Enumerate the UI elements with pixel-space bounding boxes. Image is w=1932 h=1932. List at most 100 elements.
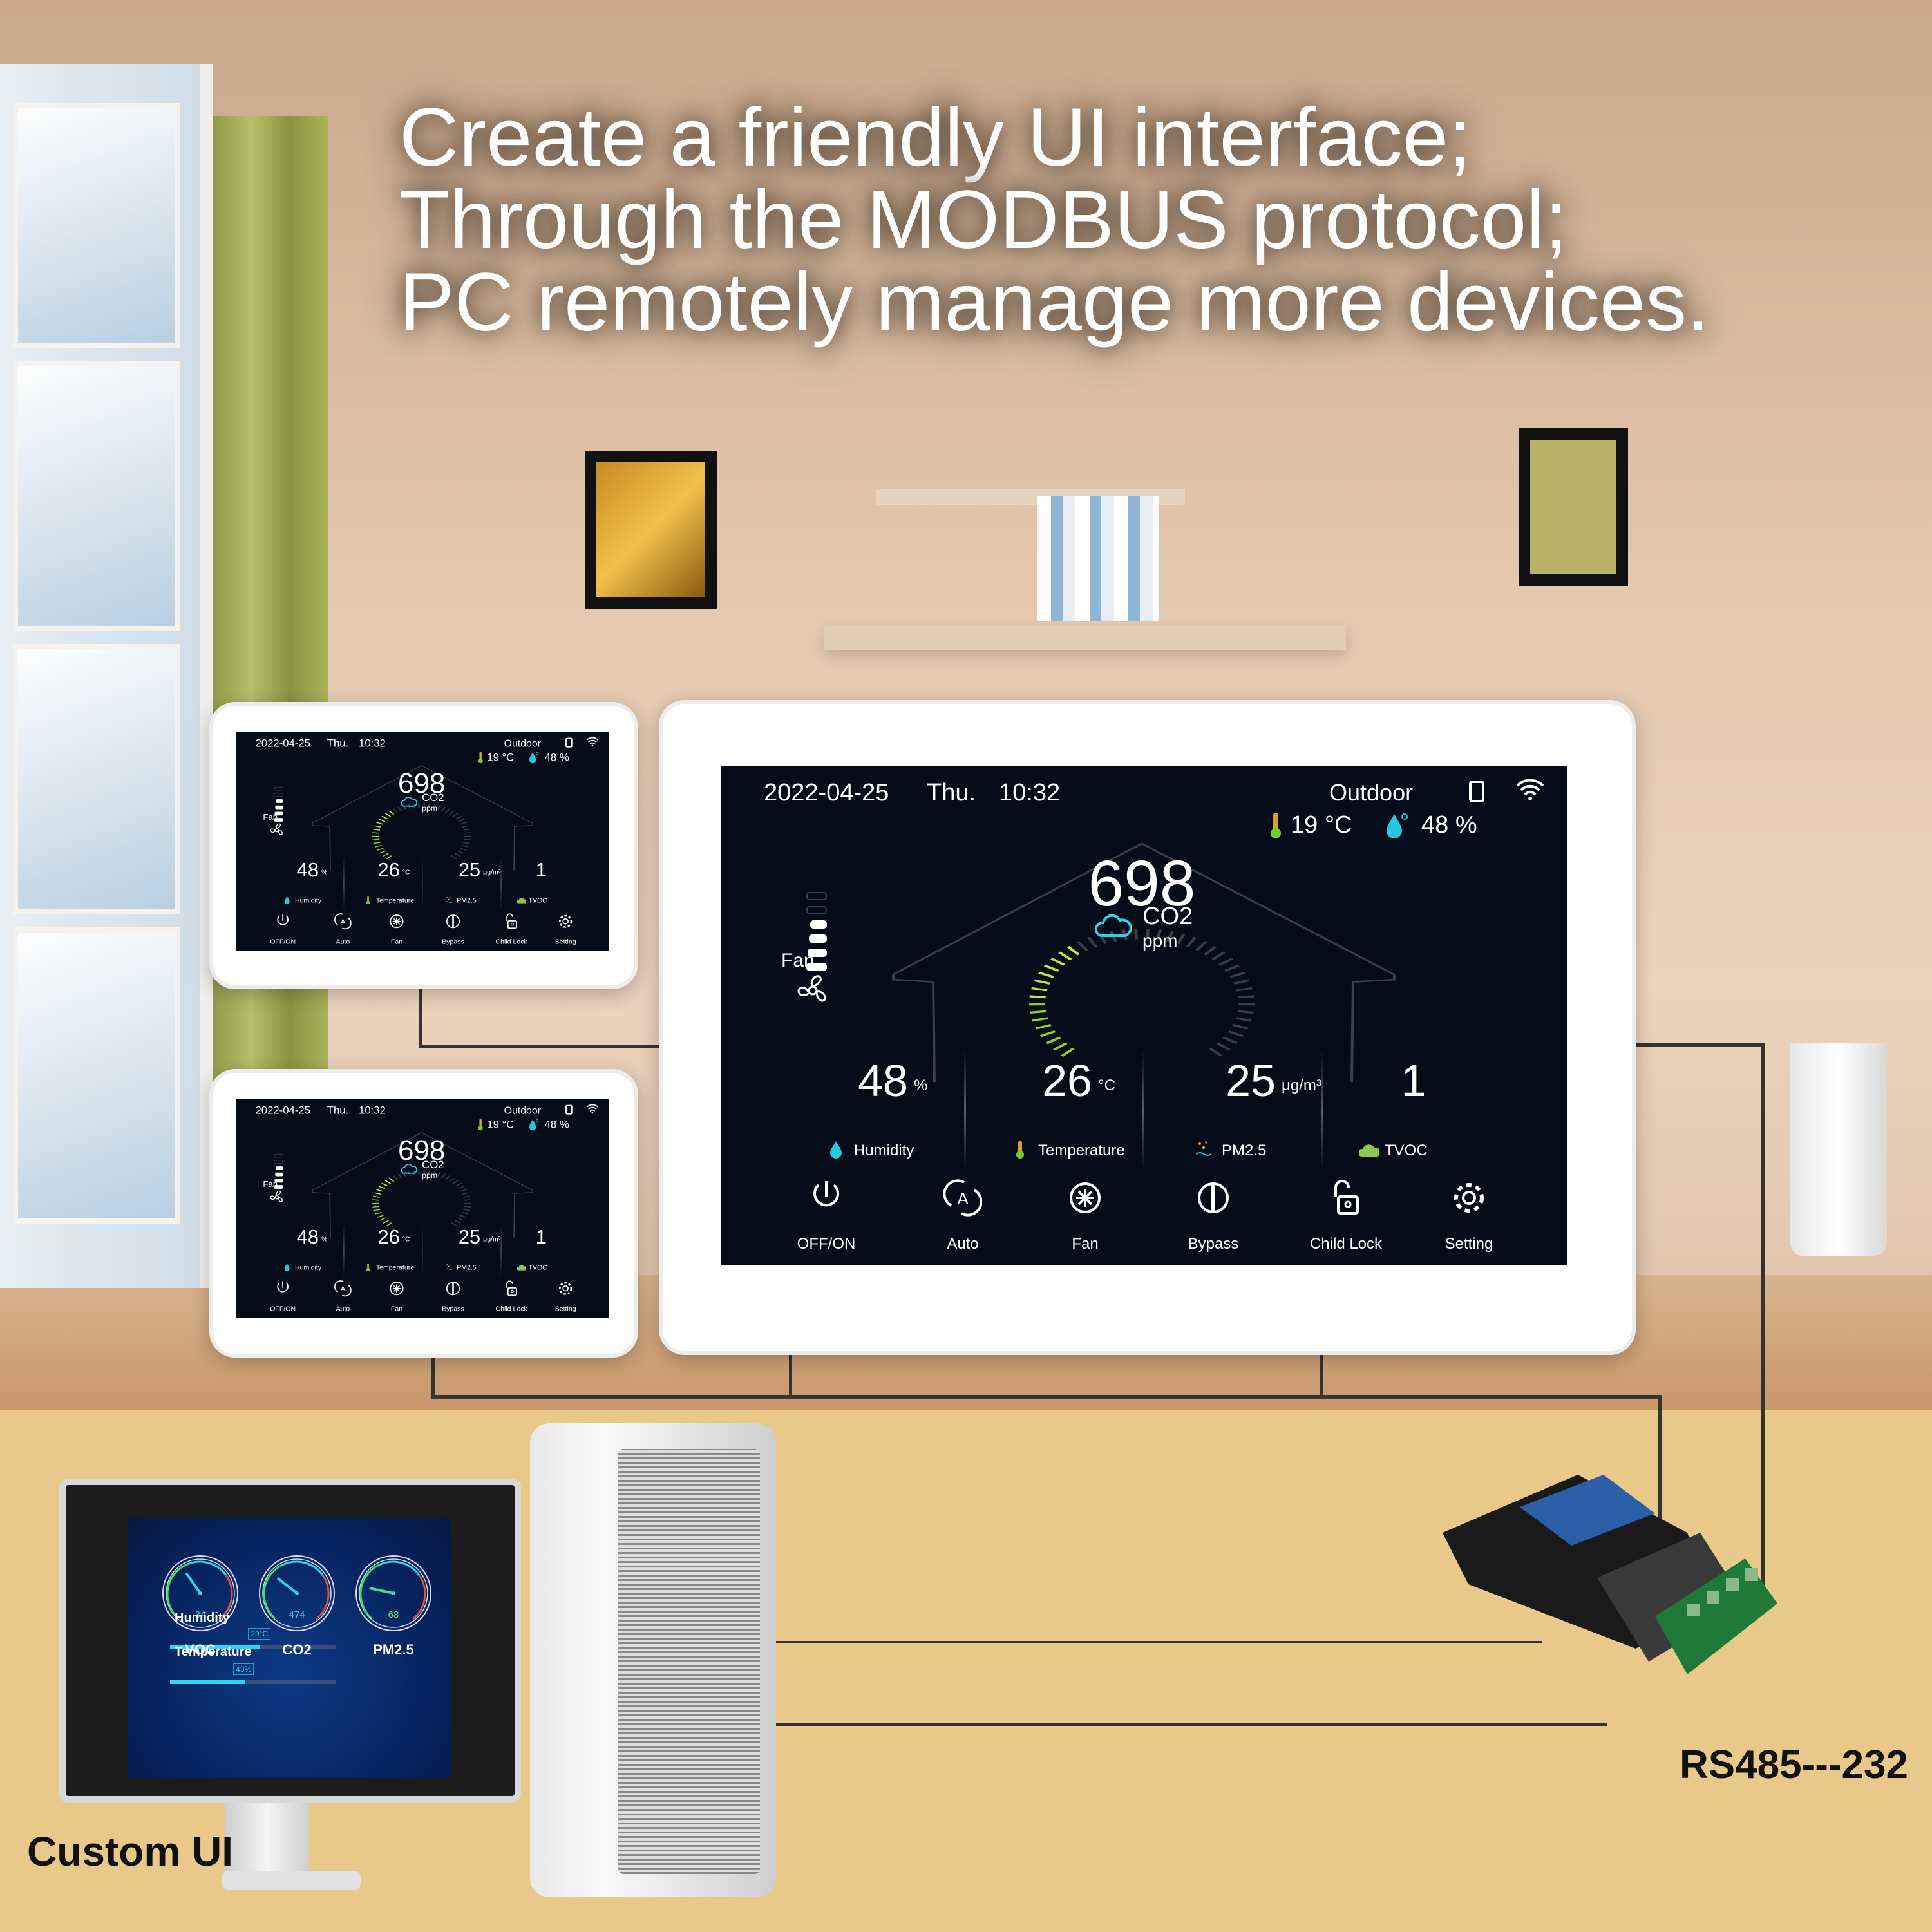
headline-line: Through the MODBUS protocol; bbox=[399, 174, 1568, 266]
fan-level-bar bbox=[274, 1160, 283, 1164]
stat-label: PM2.5 bbox=[1222, 1142, 1267, 1159]
button-label: OFF/ON bbox=[270, 938, 296, 946]
gauge-tick bbox=[1218, 958, 1233, 966]
stat-value: 25 bbox=[458, 1226, 481, 1248]
bar-label: Humidity bbox=[175, 1611, 230, 1625]
button-label: Child Lock bbox=[1309, 1235, 1383, 1253]
picture-frame bbox=[1519, 428, 1628, 586]
device-screen-main[interactable]: 2022-04-25 Thu. 10:32 Outdoor 19 °C 48 %… bbox=[721, 766, 1567, 1265]
button-label: OFF/ON bbox=[270, 1305, 296, 1313]
auto-button[interactable]: A Auto bbox=[924, 1179, 1001, 1265]
fan-level-bar bbox=[806, 906, 827, 914]
fan-button[interactable]: Fan bbox=[380, 1280, 414, 1318]
stat-label: TVOC bbox=[528, 1264, 547, 1272]
auto-button[interactable]: A Auto bbox=[326, 1280, 360, 1318]
fan-button[interactable]: Fan bbox=[380, 913, 414, 951]
gauge-needle bbox=[185, 1572, 202, 1595]
headline-line: Create a friendly UI interface; bbox=[399, 91, 1472, 184]
auto-mode-icon: A bbox=[943, 1179, 982, 1217]
gauge-tick bbox=[1133, 928, 1139, 940]
gauge-tick bbox=[1039, 1030, 1056, 1037]
setting-button[interactable]: Setting bbox=[549, 913, 583, 951]
gauge-tick bbox=[458, 819, 465, 822]
stat-value: 48 bbox=[858, 1056, 908, 1106]
gauge-tick bbox=[1035, 1023, 1052, 1030]
stat-value: 25 bbox=[458, 858, 481, 881]
gear-icon bbox=[559, 914, 573, 928]
plant-pot bbox=[1790, 1043, 1887, 1256]
child-lock-button[interactable]: Child Lock bbox=[495, 913, 529, 951]
custom-ui-screen[interactable]: 34 VOC 474 CO2 68 PM2.5 Humidity 29°C Temperatur… bbox=[128, 1519, 451, 1778]
device-screen-small[interactable]: 2022-04-25 Thu. 10:32 Outdoor 19 °C 48 %… bbox=[236, 732, 609, 951]
thermometer-icon bbox=[366, 896, 370, 904]
stat-value: 48 bbox=[296, 1226, 319, 1248]
co2-label: CO2 bbox=[422, 791, 444, 804]
setting-button[interactable]: Setting bbox=[549, 1280, 583, 1318]
bypass-button[interactable]: Bypass bbox=[436, 1280, 470, 1318]
device-screen-small[interactable]: 2022-04-25 Thu. 10:32 Outdoor 19 °C 48 %… bbox=[236, 1099, 609, 1318]
stat-unit: % bbox=[321, 1235, 328, 1243]
button-label: Auto bbox=[947, 1235, 979, 1253]
gauge-tick bbox=[462, 1192, 469, 1195]
gauge-tick bbox=[1176, 933, 1186, 945]
fan-icon bbox=[270, 823, 283, 835]
shelf bbox=[824, 625, 1346, 650]
off-on-button[interactable]: OFF/ON bbox=[788, 1179, 865, 1265]
gauge-tick bbox=[458, 1186, 465, 1189]
divider bbox=[343, 856, 345, 911]
gauge-tick bbox=[378, 1186, 386, 1189]
fan-button[interactable]: Fan bbox=[1046, 1179, 1124, 1265]
gauge-tick bbox=[462, 1209, 470, 1211]
bypass-button[interactable]: Bypass bbox=[1175, 1179, 1252, 1265]
gauge-tick bbox=[373, 828, 381, 831]
gauge-tick bbox=[461, 1211, 469, 1215]
power-icon bbox=[277, 1281, 289, 1293]
fan-level-bar bbox=[274, 793, 283, 797]
button-label: Child Lock bbox=[495, 1305, 527, 1313]
droplet-icon bbox=[284, 896, 290, 904]
svg-text:A: A bbox=[957, 1189, 969, 1208]
gauge-tick bbox=[455, 815, 462, 820]
stat-label: Temperature bbox=[1038, 1142, 1125, 1159]
gauge-tick bbox=[372, 838, 380, 840]
button-label: Fan bbox=[390, 938, 403, 946]
svg-text:A: A bbox=[341, 918, 346, 926]
fan-level-bar bbox=[806, 892, 827, 900]
gauge-tick bbox=[463, 1206, 471, 1208]
stat-label: PM2.5 bbox=[457, 896, 477, 905]
gauge-tick bbox=[448, 810, 455, 815]
auto-button[interactable]: A Auto bbox=[326, 913, 360, 951]
stat-unit: % bbox=[321, 868, 328, 876]
gauge-tick bbox=[1186, 936, 1197, 947]
co2-cloud-icon bbox=[1095, 914, 1132, 937]
child-lock-button[interactable]: Child Lock bbox=[1307, 1179, 1385, 1265]
gauge-tick bbox=[1058, 951, 1072, 961]
gauge-tick bbox=[445, 1175, 451, 1180]
voc-cloud-icon bbox=[516, 898, 526, 904]
gauge-tick bbox=[440, 806, 446, 811]
gauge-tick bbox=[1066, 945, 1080, 956]
gauge-tick bbox=[1216, 1042, 1231, 1051]
fan-label: Fan bbox=[263, 812, 278, 822]
off-on-button[interactable]: OFF/ON bbox=[266, 913, 300, 951]
bypass-button[interactable]: Bypass bbox=[436, 913, 470, 951]
gauge-tick bbox=[1043, 964, 1059, 972]
button-label: Auto bbox=[336, 938, 350, 946]
bypass-icon bbox=[446, 1282, 460, 1296]
child-lock-button[interactable]: Child Lock bbox=[495, 1280, 529, 1318]
off-on-button[interactable]: OFF/ON bbox=[266, 1280, 300, 1318]
window bbox=[0, 64, 213, 1288]
gauge-tick bbox=[373, 842, 381, 844]
gauge-tick bbox=[1211, 951, 1226, 961]
gauge-tick bbox=[374, 1211, 383, 1215]
fan-level-bar bbox=[276, 799, 283, 803]
setting-button[interactable]: Setting bbox=[1430, 1179, 1508, 1265]
co2-cloud-icon bbox=[401, 1164, 417, 1174]
button-label: Bypass bbox=[442, 938, 464, 946]
gauge-tick bbox=[462, 825, 469, 828]
gauge-needle bbox=[369, 1587, 394, 1595]
gauge-tick bbox=[1032, 1017, 1048, 1022]
headline-line: PC remotely manage more devices. bbox=[399, 256, 1710, 348]
gauge-tick bbox=[381, 1182, 388, 1187]
gauge-tick bbox=[382, 853, 389, 857]
